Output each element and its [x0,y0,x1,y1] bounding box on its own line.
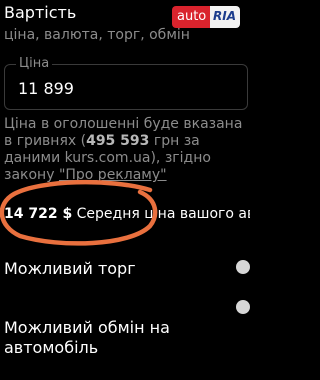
logo-text-auto: auto [177,9,207,24]
trade-option-label: Можливий торг [4,259,136,278]
hand-drawn-circle-annotation [0,179,158,246]
exchange-toggle[interactable] [236,300,250,314]
logo-text-ria: RIA [213,9,236,23]
autoria-logo: auto RIA [172,6,242,30]
section-title: Вартість [4,3,77,22]
exchange-option-label: Можливий обмін на автомобіль [4,318,170,357]
price-input-value[interactable]: 11 899 [18,79,74,98]
note-uah-amount: 495 593 [86,133,150,149]
price-input-label: Ціна [16,56,53,71]
section-subtitle: ціна, валюта, торг, обмін [4,27,190,43]
trade-toggle[interactable] [236,260,250,274]
